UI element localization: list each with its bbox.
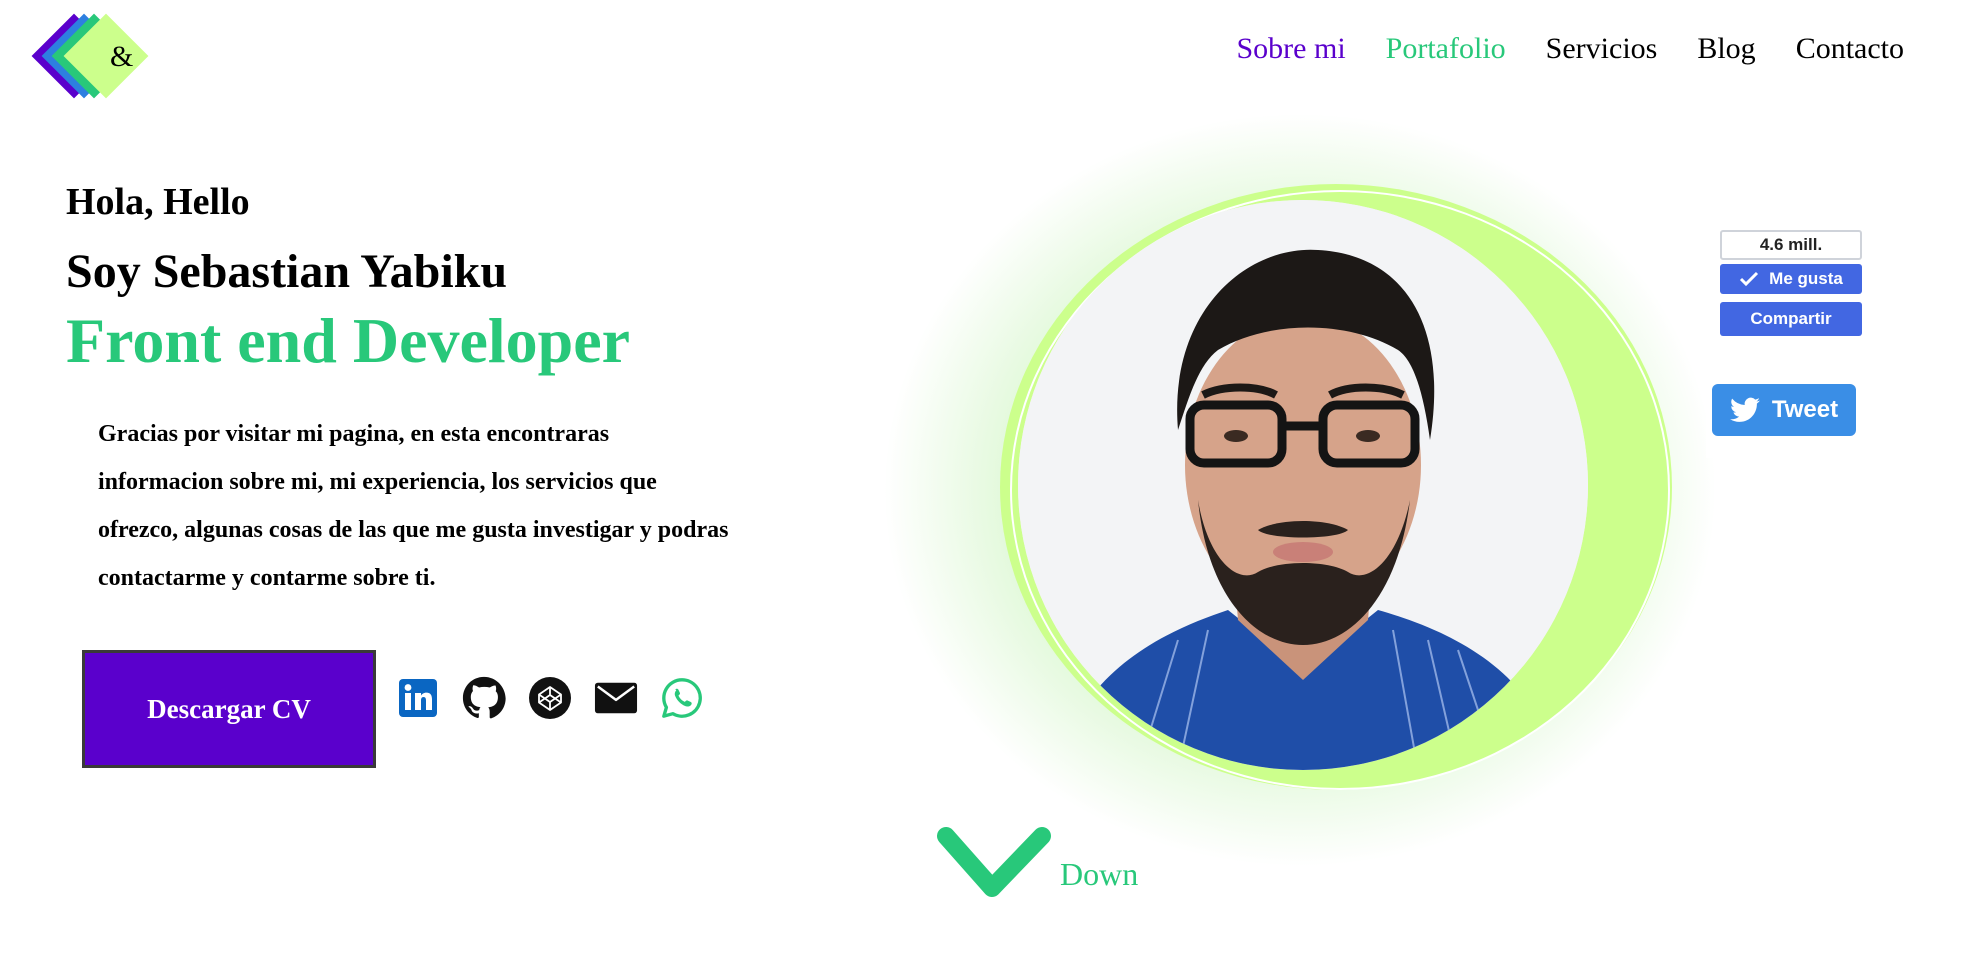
- profile-photo: [1018, 200, 1588, 770]
- nav-item-blog[interactable]: Blog: [1697, 32, 1755, 66]
- social-links: [396, 676, 704, 720]
- facebook-like-count: 4.6 mill.: [1720, 230, 1862, 260]
- scroll-down-link[interactable]: Down: [936, 822, 1138, 902]
- main-nav: Sobre mi Portafolio Servicios Blog Conta…: [1237, 32, 1905, 66]
- check-icon: [1740, 271, 1759, 287]
- scroll-down-label: Down: [1060, 855, 1139, 892]
- codepen-icon[interactable]: [528, 676, 572, 720]
- tweet-label: Tweet: [1771, 396, 1839, 423]
- facebook-like-button[interactable]: Me gusta: [1720, 264, 1862, 294]
- page: & Sobre mi Portafolio Servicios Blog Con…: [0, 0, 1974, 960]
- twitter-bird-icon: [1729, 397, 1760, 422]
- whatsapp-icon[interactable]: [660, 676, 704, 720]
- nav-item-sobre-mi[interactable]: Sobre mi: [1237, 32, 1346, 66]
- hero-greeting: Hola, Hello: [66, 181, 250, 223]
- nav-item-servicios[interactable]: Servicios: [1546, 32, 1658, 66]
- nav-item-portafolio[interactable]: Portafolio: [1386, 32, 1506, 66]
- nav-item-contacto[interactable]: Contacto: [1796, 32, 1904, 66]
- hero-description: Gracias por visitar mi pagina, en esta e…: [98, 421, 729, 591]
- facebook-like-label: Me gusta: [1769, 269, 1843, 288]
- github-icon[interactable]: [462, 676, 506, 720]
- download-cv-button[interactable]: Descargar CV: [82, 650, 376, 768]
- chevron-down-icon: [937, 827, 1051, 897]
- tweet-button[interactable]: Tweet: [1712, 384, 1856, 436]
- logo-glyph: &: [110, 40, 134, 73]
- facebook-share-button[interactable]: Compartir: [1720, 302, 1862, 336]
- tweet-widget: Tweet: [1706, 370, 1866, 458]
- facebook-widget: 4.6 mill. Me gusta Compartir: [1706, 224, 1866, 356]
- site-logo[interactable]: &: [31, 8, 166, 104]
- hero-name: Soy Sebastian Yabiku: [66, 245, 508, 298]
- email-icon[interactable]: [594, 676, 638, 720]
- hero-role: Front end Developer: [66, 305, 631, 376]
- linkedin-icon[interactable]: [396, 676, 440, 720]
